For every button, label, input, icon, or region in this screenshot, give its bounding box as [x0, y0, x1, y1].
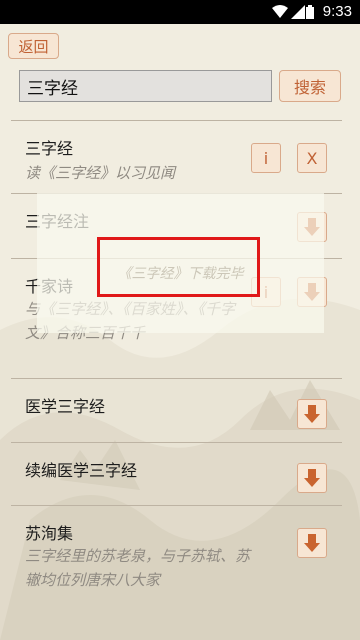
signal-icon	[291, 5, 305, 19]
delete-button[interactable]: X	[297, 143, 327, 173]
download-icon	[304, 469, 320, 487]
search-input[interactable]	[19, 70, 272, 102]
status-bar: 9:33	[0, 0, 360, 24]
download-icon	[304, 534, 320, 552]
wifi-icon	[272, 5, 288, 18]
highlight-box	[97, 237, 260, 297]
download-button[interactable]	[297, 463, 327, 493]
list-item[interactable]: 苏洵集 三字经里的苏老泉，与子苏轼、苏辙均位列唐宋八大家	[11, 505, 342, 606]
list-item[interactable]: 医学三字经	[11, 378, 342, 443]
info-button[interactable]: i	[251, 143, 281, 173]
list-item[interactable]: 续编医学三字经	[11, 442, 342, 506]
battery-icon	[306, 5, 314, 19]
item-title: 苏洵集	[25, 524, 74, 543]
item-title: 医学三字经	[25, 397, 106, 416]
download-button[interactable]	[297, 528, 327, 558]
item-title: 续编医学三字经	[25, 461, 138, 480]
back-button[interactable]: 返回	[8, 33, 59, 59]
search-button[interactable]: 搜索	[279, 70, 341, 102]
status-time: 9:33	[322, 3, 352, 20]
list-item[interactable]: 三字经 读《三字经》以习见闻 i X	[11, 120, 342, 194]
download-icon	[304, 405, 320, 423]
download-button[interactable]	[297, 399, 327, 429]
item-description: 读《三字经》以习见闻	[25, 164, 176, 182]
item-title: 三字经	[25, 139, 74, 158]
item-description: 三字经里的苏老泉，与子苏轼、苏辙均位列唐宋八大家	[25, 547, 251, 589]
